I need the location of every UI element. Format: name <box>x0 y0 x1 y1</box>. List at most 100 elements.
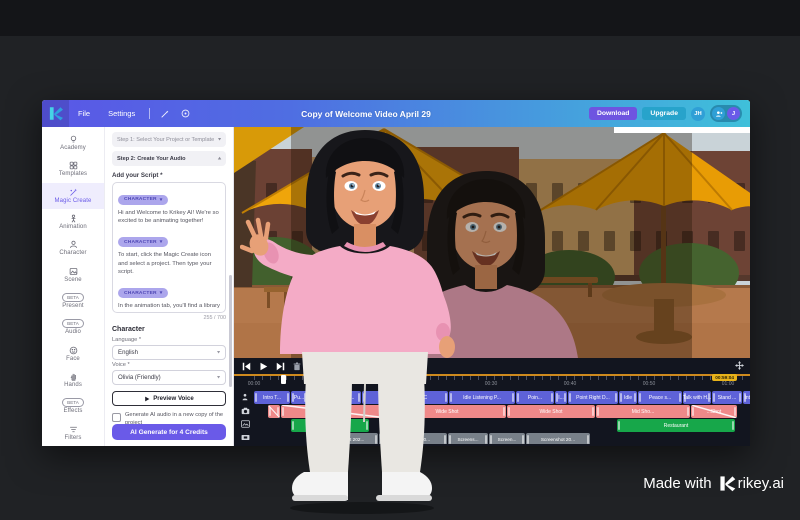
upgrade-button[interactable]: Upgrade <box>642 107 686 120</box>
preview-voice-label: Preview Voice <box>153 395 194 402</box>
sidebar-item-label: Academy <box>60 145 86 151</box>
audio-copy-option[interactable]: Generate AI audio in a new copy of the p… <box>112 412 226 424</box>
camera-clip[interactable]: Wide Shot <box>388 405 506 418</box>
animation-clip[interactable]: Stand ... <box>712 391 742 404</box>
end-time-badge[interactable]: 00:59:04 <box>712 374 737 381</box>
timeline-ruler[interactable]: 00:59:04 00:0000:1000:2000:3000:4000:500… <box>234 374 750 389</box>
person-track-icon[interactable] <box>236 391 254 404</box>
sidebar-item-audio[interactable]: BETAAudio <box>42 314 104 340</box>
undo-button[interactable] <box>309 362 319 371</box>
watermark: Made with rikey.ai <box>643 475 784 492</box>
animation-clip[interactable]: Point Right Demo C <box>362 391 448 404</box>
app-window: File Settings Copy of Welcome Video Apri… <box>42 100 750 446</box>
preview-voice-button[interactable]: Preview Voice <box>112 391 226 406</box>
character-section-heading: Character <box>112 326 226 333</box>
sidebar-item-label: Character <box>59 250 86 256</box>
sidebar-item-scene[interactable]: Scene <box>42 262 104 288</box>
media-clip[interactable]: Screens... <box>448 433 488 444</box>
animation-clip[interactable]: Idle <box>619 391 637 404</box>
sidebar-item-filters[interactable]: Filters <box>42 420 104 446</box>
speaker-pill[interactable]: CHARACTER ▾ <box>118 237 168 247</box>
script-message[interactable]: In the animation tab, you'll find a libr… <box>118 302 220 312</box>
sidebar-item-animation[interactable]: Animation <box>42 209 104 235</box>
character-icon <box>69 240 78 249</box>
sidebar-item-face[interactable]: Face <box>42 341 104 367</box>
language-select[interactable]: English ▾ <box>112 345 226 360</box>
voice-label: Voice * <box>112 362 226 368</box>
step1-accordion[interactable]: Step 1: Select Your Project or Template … <box>112 132 226 147</box>
playhead[interactable] <box>281 375 286 384</box>
animation-clip[interactable]: I... <box>555 391 567 404</box>
chevron-down-icon: ▾ <box>217 375 220 381</box>
skip-end-button[interactable] <box>276 362 285 371</box>
animation-clip[interactable]: Pu... <box>291 391 307 404</box>
camera-clip[interactable] <box>268 405 280 418</box>
media-clip[interactable]: Screenshot 20... <box>526 433 590 444</box>
animation-clip[interactable]: Peace s... <box>638 391 682 404</box>
image-track-icon[interactable] <box>236 418 254 431</box>
animation-clip[interactable]: Poin... <box>516 391 554 404</box>
camera-clip[interactable]: Wide Shot <box>507 405 595 418</box>
krikey-k-icon <box>719 475 736 492</box>
scene-clip[interactable]: Restaurant <box>617 419 735 432</box>
ruler-tick-label: 00:30 <box>485 381 498 387</box>
camera-clip[interactable]: ...Shot <box>691 405 737 418</box>
delete-button[interactable] <box>293 362 301 371</box>
scene-viewport[interactable] <box>234 127 750 358</box>
checkbox-label: Generate AI audio in a new copy of the p… <box>125 412 226 424</box>
chevron-down-icon: ▾ <box>218 137 221 143</box>
project-title[interactable]: Copy of Welcome Video April 29 <box>162 109 570 119</box>
sidebar-item-effects[interactable]: BETAEffects <box>42 393 104 419</box>
media-clip[interactable]: Screen... <box>489 433 525 444</box>
script-message[interactable]: To start, click the Magic Create icon an… <box>118 251 220 277</box>
animation-clip[interactable]: Idle Listening P... <box>449 391 515 404</box>
restaurant-scene <box>234 127 750 358</box>
checkbox[interactable] <box>112 413 121 422</box>
sidebar-item-present[interactable]: BETAPresent <box>42 288 104 314</box>
skip-start-button[interactable] <box>242 362 251 371</box>
animation-clip[interactable]: Intr... <box>743 391 750 404</box>
media-clip[interactable]: Screenshot 20... <box>379 433 447 444</box>
templates-icon <box>69 161 78 170</box>
media-track-icon[interactable] <box>236 432 254 445</box>
krikey-logo[interactable] <box>42 100 69 127</box>
play-button[interactable] <box>259 362 268 371</box>
sidebar-item-character[interactable]: Character <box>42 235 104 261</box>
sidebar-item-magic-create[interactable]: Magic Create <box>42 183 104 209</box>
scene-track: Restaurant Restaurant <box>254 419 750 432</box>
sidebar-item-academy[interactable]: Academy <box>42 130 104 156</box>
animation-clip[interactable]: P... <box>308 391 332 404</box>
voice-select[interactable]: Olivia (Friendly) ▾ <box>112 370 226 385</box>
speaker-pill[interactable]: CHARACTER ▾ <box>118 288 168 298</box>
avatar-jh[interactable]: JH <box>691 107 705 121</box>
topbar-actions: Download Upgrade JH J <box>589 105 750 122</box>
animation-clip[interactable]: Point Right D... <box>568 391 618 404</box>
speaker-pill[interactable]: CHARACTER ▾ <box>118 195 168 205</box>
sidebar-item-templates[interactable]: Templates <box>42 156 104 182</box>
camera-clip[interactable]: Mid Shot <box>281 405 387 418</box>
menu-file[interactable]: File <box>78 109 90 118</box>
script-textarea[interactable]: CHARACTER ▾ Hi and Welcome to Krikey AI! … <box>112 182 226 313</box>
sidebar-item-hands[interactable]: Hands <box>42 367 104 393</box>
menu-settings[interactable]: Settings <box>108 109 135 118</box>
panel-scrollbar[interactable] <box>229 275 232 387</box>
animation-clip[interactable]: Intro T... <box>254 391 290 404</box>
animation-clip[interactable]: Talk with H... <box>683 391 711 404</box>
camera-clip[interactable]: Mid Sho... <box>596 405 690 418</box>
scene-clip[interactable]: Restaurant <box>291 419 369 432</box>
download-button[interactable]: Download <box>589 107 637 120</box>
camera-track-icon[interactable] <box>236 405 254 418</box>
play-icon <box>144 396 150 402</box>
ai-generate-button[interactable]: AI Generate for 4 Credits <box>112 424 226 440</box>
sidebar-item-label: Animation <box>59 224 87 230</box>
avatar-j[interactable]: J <box>727 107 740 120</box>
timeline-controls <box>234 358 750 374</box>
invite-user-icon[interactable] <box>712 107 725 120</box>
script-message[interactable]: Hi and Welcome to Krikey AI! We're so ex… <box>118 209 220 226</box>
step1-label: Step 1: Select Your Project or Template <box>117 137 214 143</box>
ruler-tick-label: 00:50 <box>643 381 656 387</box>
animation-clip[interactable]: Dem... <box>333 391 361 404</box>
step2-accordion[interactable]: Step 2: Create Your Audio ▴ <box>112 151 226 166</box>
move-handle-icon[interactable] <box>735 361 744 370</box>
media-clip[interactable]: Screenshot 202... <box>314 433 378 444</box>
